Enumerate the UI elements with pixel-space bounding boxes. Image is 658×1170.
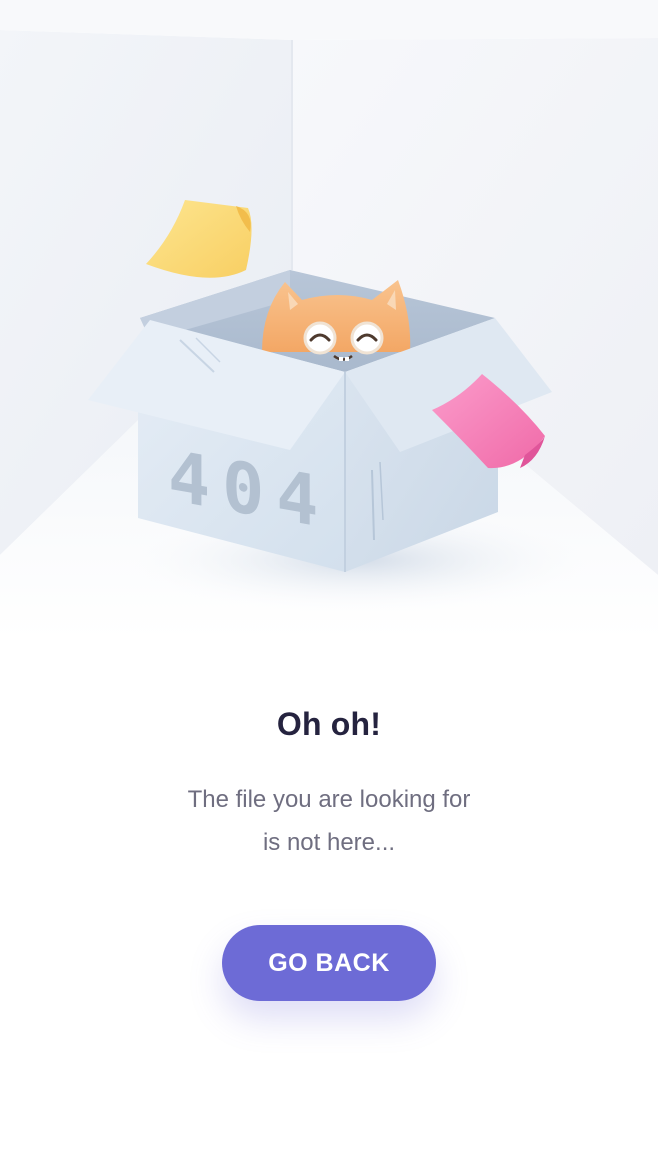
error-message: The file you are looking for is not here…: [129, 778, 529, 864]
go-back-label: GO BACK: [268, 948, 390, 977]
not-found-screen: 404 Oh oh! The file you are looking for …: [0, 0, 658, 1170]
go-back-button[interactable]: GO BACK: [222, 925, 436, 1001]
error-message-line-2: is not here...: [262, 829, 396, 856]
error-message-line-1: The file you are looking for: [187, 786, 471, 813]
page-title: Oh oh!: [276, 706, 382, 742]
empty-box-cat-illustration: 404: [0, 0, 658, 640]
